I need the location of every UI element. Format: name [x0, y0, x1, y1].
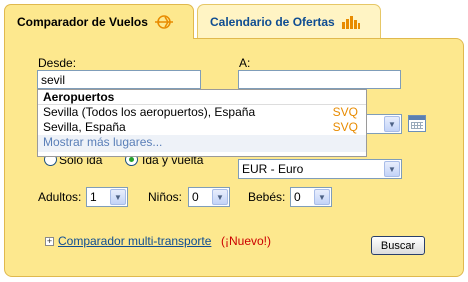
adults-value: 1 — [90, 190, 97, 204]
tab-offers-calendar-label: Calendario de Ofertas — [210, 14, 335, 29]
chevron-down-icon: ▼ — [384, 161, 400, 177]
expand-plus-icon[interactable]: + — [45, 237, 54, 246]
autocomplete-item[interactable]: Sevilla (Todos los aeropuertos), España … — [38, 105, 366, 120]
to-input[interactable] — [238, 70, 401, 89]
adults-label: Adultos: — [38, 190, 82, 204]
airport-code: SVQ — [332, 105, 358, 119]
from-label: Desde: — [38, 56, 77, 70]
currency-value: EUR - Euro — [242, 162, 304, 176]
children-select[interactable]: 0 ▼ — [188, 187, 230, 207]
currency-select[interactable]: EUR - Euro ▼ — [238, 159, 402, 179]
chevron-down-icon: ▼ — [314, 189, 330, 205]
to-label: A: — [239, 56, 251, 70]
tab-flight-comparator-label: Comparador de Vuelos — [17, 15, 148, 29]
adults-select[interactable]: 1 ▼ — [86, 187, 128, 207]
autocomplete-item[interactable]: Sevilla, España SVQ — [38, 120, 366, 135]
autocomplete-item-name: Sevilla, España — [43, 120, 126, 134]
autocomplete-item-name: Sevilla (Todos los aeropuertos), España — [43, 105, 256, 119]
show-more-places-link[interactable]: Mostrar más lugares... — [38, 135, 366, 152]
airplane-icon — [154, 15, 173, 29]
multi-transport-link[interactable]: Comparador multi-transporte — [58, 234, 211, 248]
autocomplete-header: Aeropuertos — [38, 90, 366, 105]
chevron-down-icon: ▼ — [384, 116, 400, 132]
chevron-down-icon: ▼ — [110, 189, 126, 205]
from-input[interactable] — [37, 70, 201, 89]
infants-select[interactable]: 0 ▼ — [290, 187, 332, 207]
tab-offers-calendar[interactable]: Calendario de Ofertas — [197, 4, 381, 38]
tab-flight-comparator[interactable]: Comparador de Vuelos — [4, 4, 194, 39]
calendar-icon[interactable] — [408, 115, 426, 132]
search-button[interactable]: Buscar — [371, 236, 425, 255]
infants-value: 0 — [294, 190, 301, 204]
children-value: 0 — [192, 190, 199, 204]
children-label: Niños: — [148, 190, 183, 204]
infants-label: Bebés: — [248, 190, 286, 204]
chevron-down-icon: ▼ — [212, 189, 228, 205]
bar-chart-icon — [341, 15, 360, 29]
autocomplete-dropdown: Aeropuertos Sevilla (Todos los aeropuert… — [37, 89, 367, 157]
flight-search-widget: Comparador de Vuelos Calendario de Ofert… — [4, 4, 464, 277]
airport-code: SVQ — [332, 120, 358, 134]
new-badge: (¡Nuevo!) — [221, 234, 272, 248]
